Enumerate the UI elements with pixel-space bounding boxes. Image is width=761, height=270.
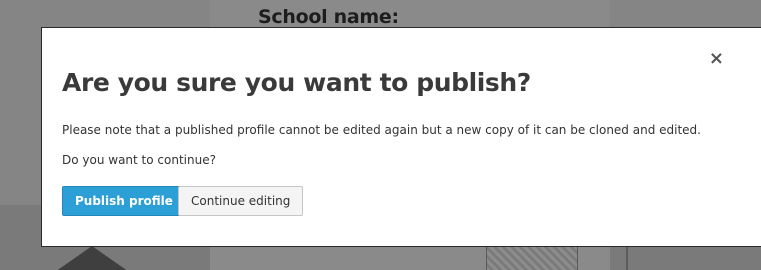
page: School name: × Are you sure you want to … xyxy=(0,0,761,270)
close-icon[interactable]: × xyxy=(709,50,724,68)
background-image xyxy=(486,246,578,270)
background-shape xyxy=(52,246,132,270)
dialog-note: Please note that a published profile can… xyxy=(62,123,701,137)
background-heading: School name: xyxy=(258,6,399,28)
continue-editing-button[interactable]: Continue editing xyxy=(178,186,304,216)
background-divider xyxy=(626,246,628,270)
dialog-question: Do you want to continue? xyxy=(62,153,216,167)
dialog-title: Are you sure you want to publish? xyxy=(62,68,531,97)
publish-confirm-dialog: × Are you sure you want to publish? Plea… xyxy=(41,27,761,247)
publish-profile-button[interactable]: Publish profile xyxy=(62,186,186,216)
